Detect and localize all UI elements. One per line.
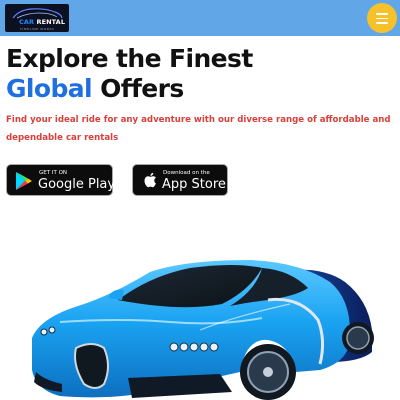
- google-play-button[interactable]: GET IT ON Google Play: [6, 164, 116, 196]
- google-play-small-text: GET IT ON: [39, 170, 68, 176]
- app-store-button[interactable]: Download on the App Store: [132, 164, 228, 196]
- hamburger-line: [376, 17, 388, 19]
- heading-line1: Explore the Finest: [6, 44, 253, 73]
- car-rental-logo[interactable]: CAR RENTAL TIMELINE WORKS: [5, 4, 69, 32]
- hero-subtext: Find your ideal ride for any adventure w…: [6, 115, 391, 143]
- google-play-icon: [16, 172, 32, 190]
- header-bar: CAR RENTAL TIMELINE WORKS: [0, 0, 400, 36]
- sports-car-image: [32, 260, 374, 400]
- heading-accent: Global: [6, 74, 93, 103]
- hero-heading: Explore the Finest Global Offers: [6, 44, 253, 104]
- app-store-label: App Store: [162, 177, 226, 192]
- google-play-label: Google Play: [38, 177, 116, 192]
- heading-rest: Offers: [92, 74, 184, 103]
- apple-icon: [144, 172, 156, 188]
- app-store-small-text: Download on the: [163, 170, 210, 176]
- logo-tagline: TIMELINE WORKS: [20, 27, 55, 31]
- logo-wordmark: CAR RENTAL: [19, 18, 66, 26]
- menu-button[interactable]: [367, 3, 397, 33]
- hamburger-menu-icon: [376, 13, 388, 15]
- hamburger-line: [376, 22, 388, 24]
